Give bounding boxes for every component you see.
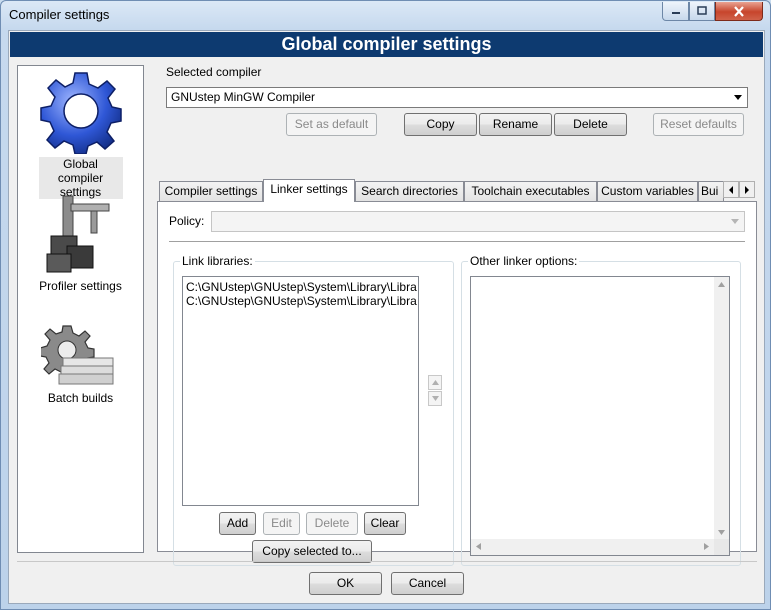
chevron-right-icon — [745, 185, 749, 194]
linker-settings-panel: Policy: Link libraries: C:\GNUstep\GNUst… — [157, 201, 757, 566]
page-title: Global compiler settings — [10, 32, 763, 57]
move-up-button[interactable] — [428, 375, 442, 390]
tab-linker-settings[interactable]: Linker settings — [263, 179, 355, 202]
tab-custom-variables[interactable]: Custom variables — [597, 181, 698, 201]
gear-icon — [39, 72, 122, 155]
maximize-icon — [697, 6, 707, 15]
arrow-up-icon — [431, 380, 439, 385]
horizontal-scrollbar[interactable] — [471, 539, 714, 555]
delete-compiler-button[interactable]: Delete — [554, 113, 627, 136]
link-libraries-list[interactable]: C:\GNUstep\GNUstep\System\Library\Libra … — [182, 276, 419, 506]
arrow-down-icon — [431, 396, 439, 401]
link-libraries-label: Link libraries: — [180, 254, 255, 268]
policy-divider — [169, 241, 745, 242]
arrow-down-icon — [718, 530, 725, 535]
cancel-button[interactable]: Cancel — [391, 572, 464, 595]
arrow-up-icon — [718, 282, 725, 287]
window-title: Compiler settings — [9, 7, 110, 22]
other-linker-options-textarea[interactable] — [470, 276, 730, 556]
other-linker-options-label: Other linker options: — [468, 254, 580, 268]
delete-library-button[interactable]: Delete — [306, 512, 358, 535]
policy-select[interactable] — [211, 211, 745, 232]
profiler-icon — [46, 195, 109, 273]
scrollbar-corner — [714, 539, 729, 555]
vertical-scrollbar[interactable] — [714, 277, 729, 540]
nav-item-global-compiler[interactable]: Global compiler settings — [18, 68, 143, 199]
reset-defaults-button[interactable]: Reset defaults — [653, 113, 744, 136]
policy-label: Policy: — [169, 214, 205, 228]
tab-compiler-settings[interactable]: Compiler settings — [159, 181, 263, 201]
minimize-icon — [671, 12, 680, 14]
list-item[interactable]: C:\GNUstep\GNUstep\System\Library\Libra — [183, 280, 418, 294]
maximize-button[interactable] — [689, 2, 715, 21]
tab-toolchain-executables[interactable]: Toolchain executables — [464, 181, 597, 201]
clear-libraries-button[interactable]: Clear — [364, 512, 406, 535]
tab-scroll-right[interactable] — [739, 181, 755, 198]
close-icon — [734, 5, 744, 17]
rename-compiler-button[interactable]: Rename — [479, 113, 552, 136]
arrow-left-icon — [476, 543, 481, 550]
tab-search-directories[interactable]: Search directories — [355, 181, 464, 201]
nav-label-profiler: Profiler settings — [39, 279, 122, 293]
selected-compiler-label: Selected compiler — [166, 65, 262, 79]
ok-button[interactable]: OK — [309, 572, 382, 595]
set-as-default-button[interactable]: Set as default — [286, 113, 377, 136]
settings-category-list[interactable]: Global compiler settings Profiler settin… — [17, 65, 144, 553]
nav-item-batch-builds[interactable]: Batch builds — [18, 324, 143, 405]
tab-scroll-left[interactable] — [723, 181, 739, 198]
batch-builds-icon — [38, 325, 113, 385]
chevron-down-icon — [734, 95, 742, 100]
tab-build-options[interactable]: Bui — [698, 181, 724, 201]
chevron-down-icon — [731, 219, 739, 224]
close-button[interactable] — [715, 2, 763, 21]
add-library-button[interactable]: Add — [219, 512, 256, 535]
compiler-select-value: GNUstep MinGW Compiler — [171, 90, 316, 104]
compiler-settings-window: Compiler settings Global compiler settin… — [0, 0, 771, 610]
move-down-button[interactable] — [428, 391, 442, 406]
nav-label-batch-builds: Batch builds — [47, 391, 114, 405]
footer-divider — [17, 561, 757, 562]
list-item[interactable]: C:\GNUstep\GNUstep\System\Library\Libra — [183, 294, 418, 308]
copy-compiler-button[interactable]: Copy — [404, 113, 477, 136]
dialog-client-area: Global compiler settings Global compiler… — [8, 30, 765, 604]
chevron-left-icon — [729, 185, 733, 194]
nav-item-profiler[interactable]: Profiler settings — [18, 192, 143, 293]
edit-library-button[interactable]: Edit — [263, 512, 300, 535]
compiler-select[interactable]: GNUstep MinGW Compiler — [166, 87, 748, 108]
copy-selected-to-button[interactable]: Copy selected to... — [252, 540, 372, 563]
arrow-right-icon — [704, 543, 709, 550]
minimize-button[interactable] — [662, 2, 689, 21]
